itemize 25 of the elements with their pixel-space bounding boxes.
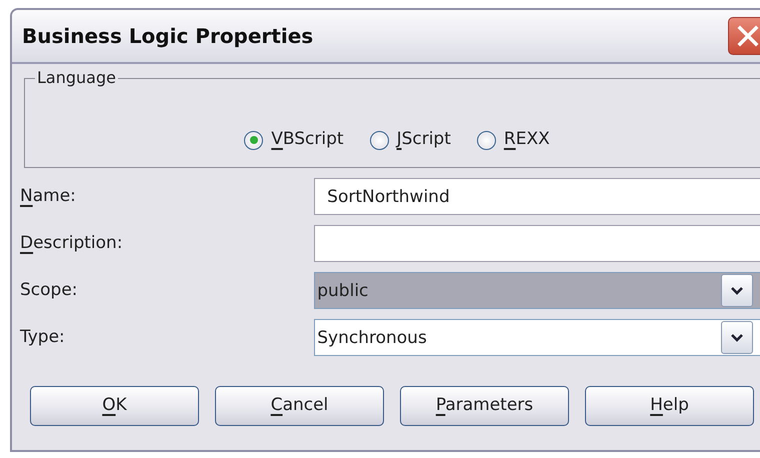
dialog-button[interactable]: Help (585, 386, 754, 426)
radio-label: JScript (396, 128, 451, 151)
radio-option[interactable]: REXX (476, 125, 550, 155)
dialog-button[interactable]: Parameters (400, 386, 569, 426)
radio-option[interactable]: VBScript (244, 125, 344, 155)
dropdown-field[interactable]: Synchronous (314, 319, 760, 356)
radio-button[interactable] (370, 130, 389, 150)
field-label: Type: (20, 326, 66, 348)
dialog-button[interactable]: OK (30, 386, 199, 426)
field-label: Scope: (20, 278, 79, 302)
close-button[interactable] (728, 17, 760, 55)
radio-label: VBScript (271, 128, 344, 151)
field-label: Description: (20, 232, 124, 254)
radio-button[interactable] (244, 130, 264, 150)
group-legend: Language (35, 68, 118, 87)
dropdown-field[interactable]: public (314, 272, 760, 309)
input-field[interactable]: SortNorthwind (314, 178, 760, 215)
radio-label: REXX (504, 128, 550, 151)
field-label: Name: (20, 184, 77, 208)
dialog-button[interactable]: Cancel (215, 386, 384, 426)
window-title: Business Logic Properties (22, 24, 314, 48)
radio-option[interactable]: JScript (370, 125, 451, 155)
radio-button[interactable] (476, 130, 496, 150)
input-field[interactable] (314, 225, 760, 262)
close-icon (736, 24, 760, 48)
